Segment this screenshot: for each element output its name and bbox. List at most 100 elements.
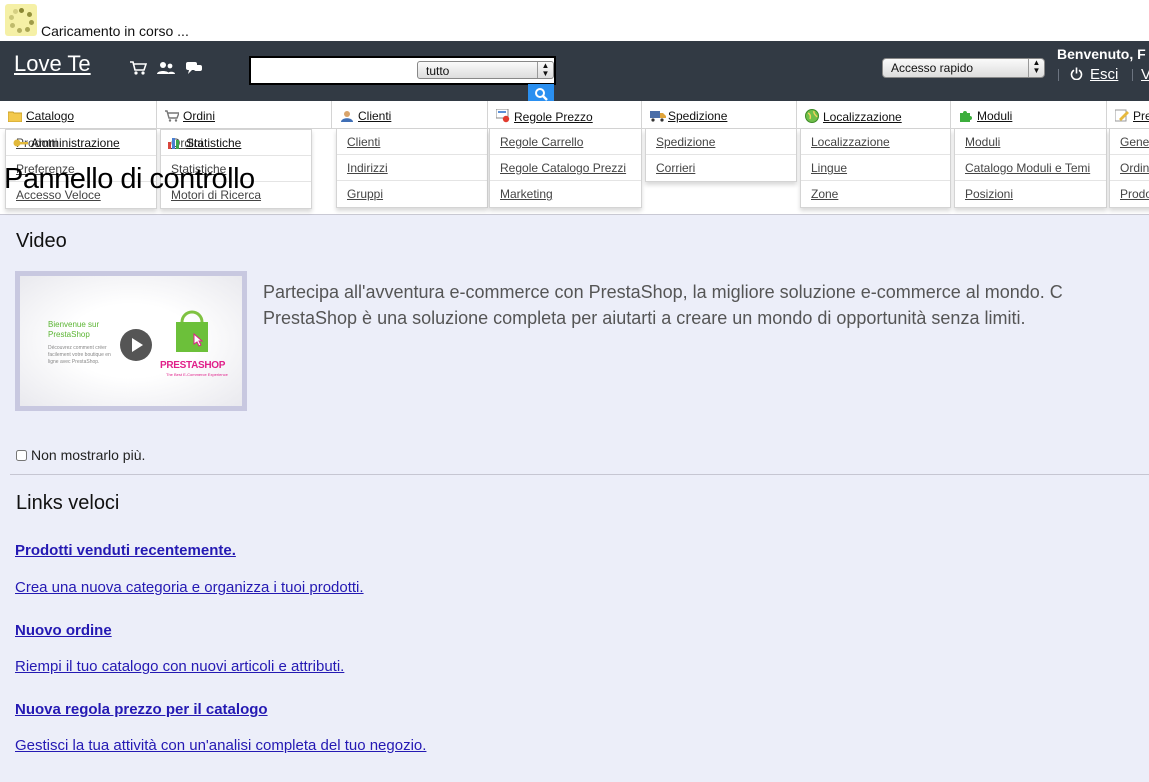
prestashop-bag-icon (172, 310, 212, 359)
logout-link[interactable]: Esci (1090, 66, 1118, 83)
stats-icon (168, 136, 182, 149)
tab-regole-prezzo[interactable]: Regole Prezzo (488, 101, 642, 129)
submenu-item[interactable]: Corrieri (646, 155, 796, 181)
prestashop-logo-text: PRESTASHOP (160, 360, 226, 371)
submenu-link[interactable]: Moduli (965, 135, 1000, 149)
tab-localizzazione-label[interactable]: Localizzazione (823, 110, 902, 124)
welcome-text: Benvenuto, F (1057, 46, 1146, 62)
header-divider (1058, 69, 1059, 81)
price-rule-icon (495, 108, 510, 123)
submenu-item[interactable]: Marketing (490, 181, 641, 207)
tab-moduli-label[interactable]: Moduli (977, 109, 1012, 123)
submenu-preferenze: Gene Ordin Prodo (1109, 129, 1149, 208)
submenu-item[interactable]: Moduli (955, 129, 1106, 155)
submenu-link[interactable]: Localizzazione (811, 135, 890, 149)
search-scope-value: tutto (426, 64, 450, 78)
preferences-icon (1114, 109, 1129, 122)
video-heading: Video (16, 230, 67, 252)
tab-regole-prezzo-label[interactable]: Regole Prezzo (514, 110, 593, 124)
tab-localizzazione[interactable]: Localizzazione (797, 101, 951, 129)
tab-amministrazione[interactable]: Amministrazione (5, 130, 157, 156)
quick-access-select[interactable]: Accesso rapido ▲ ▼ (882, 58, 1045, 78)
key-icon (13, 137, 28, 149)
submenu-link[interactable]: Prodo (1120, 187, 1149, 201)
cart-icon[interactable] (129, 60, 148, 76)
submenu-link[interactable]: Marketing (500, 187, 553, 201)
customers-icon[interactable] (157, 60, 175, 76)
quick-link-new-price-rule[interactable]: Nuova regola prezzo per il catalogo (15, 701, 268, 718)
tab-amministrazione-label[interactable]: Amministrazione (31, 136, 120, 150)
tab-statistiche-label[interactable]: Statistiche (186, 136, 241, 150)
video-thumbnail[interactable]: Bienvenue sur PrestaShop Découvrez comme… (15, 271, 247, 411)
submenu-link[interactable]: Gruppi (347, 187, 383, 201)
header-trailing-link[interactable]: V (1141, 66, 1149, 83)
tab-clienti[interactable]: Clienti (332, 101, 488, 129)
submenu-link[interactable]: Clienti (347, 135, 380, 149)
tab-catalogo-label[interactable]: Catalogo (26, 109, 74, 123)
tab-ordini-label[interactable]: Ordini (183, 109, 215, 123)
quick-link-recent-products[interactable]: Prodotti venduti recentemente. (15, 542, 236, 559)
page-title: Pannello di controllo (4, 163, 255, 195)
submenu-item[interactable]: Catalogo Moduli e Temi (955, 155, 1106, 181)
submenu-link[interactable]: Indirizzi (347, 161, 388, 175)
tab-clienti-label[interactable]: Clienti (358, 109, 391, 123)
submenu-regole-prezzo: Regole Carrello Regole Catalogo Prezzi M… (489, 129, 642, 208)
tab-preferenze-label[interactable]: Pre (1133, 109, 1149, 123)
submenu-link[interactable]: Zone (811, 187, 838, 201)
tab-statistiche[interactable]: Statistiche (160, 130, 312, 156)
submenu-moduli: Moduli Catalogo Moduli e Temi Posizioni (954, 129, 1107, 208)
submenu-item[interactable]: Spedizione (646, 129, 796, 155)
submenu-item[interactable]: Prodo (1110, 181, 1149, 207)
thumb-welcome-line1: Bienvenue sur (48, 320, 100, 329)
quick-link-analytics[interactable]: Gestisci la tua attività con un'analisi … (15, 737, 426, 754)
submenu-item[interactable]: Indirizzi (337, 155, 487, 181)
submenu-link[interactable]: Corrieri (656, 161, 695, 175)
submenu-clienti: Clienti Indirizzi Gruppi (336, 129, 488, 208)
truck-icon (650, 110, 666, 122)
submenu-link[interactable]: Regole Catalogo Prezzi (500, 161, 626, 175)
video-description-line1: Partecipa all'avventura e-commerce con P… (263, 282, 1063, 302)
submenu-item[interactable]: Clienti (337, 129, 487, 155)
quick-link-fill-catalog[interactable]: Riempi il tuo catalogo con nuovi articol… (15, 658, 344, 675)
submenu-item[interactable]: Gene (1110, 129, 1149, 155)
thumb-description: Découvrez comment créer facilement votre… (48, 345, 111, 365)
video-description-line2: PrestaShop è una soluzione completa per … (263, 308, 1026, 328)
submenu-link[interactable]: Regole Carrello (500, 135, 583, 149)
tab-preferenze[interactable]: Pre (1107, 101, 1149, 129)
tab-spedizione-label[interactable]: Spedizione (668, 109, 727, 123)
dont-show-checkbox[interactable] (16, 450, 27, 461)
submenu-item[interactable]: Regole Catalogo Prezzi (490, 155, 641, 181)
submenu-link[interactable]: Gene (1120, 135, 1149, 149)
tab-ordini[interactable]: Ordini (157, 101, 332, 129)
submenu-item[interactable]: Lingue (801, 155, 950, 181)
tab-moduli[interactable]: Moduli (951, 101, 1107, 129)
quick-link-new-category[interactable]: Crea una nuova categoria e organizza i t… (15, 579, 364, 596)
submenu-link[interactable]: Lingue (811, 161, 847, 175)
submenu-item[interactable]: Ordin (1110, 155, 1149, 181)
submenu-item[interactable]: Gruppi (337, 181, 487, 207)
shop-name-link[interactable]: Love Te (14, 51, 91, 77)
loading-text: Caricamento in corso ... (41, 23, 189, 39)
submenu-localizzazione: Localizzazione Lingue Zone (800, 129, 951, 208)
submenu-link[interactable]: Spedizione (656, 135, 715, 149)
submenu-item[interactable]: Posizioni (955, 181, 1106, 207)
quick-access-value: Accesso rapido (891, 61, 974, 75)
quick-link-new-order[interactable]: Nuovo ordine (15, 622, 112, 639)
loading-spinner-icon (5, 4, 37, 36)
power-icon[interactable] (1070, 67, 1083, 83)
tab-spedizione[interactable]: Spedizione (642, 101, 797, 129)
tab-catalogo[interactable]: Catalogo (0, 101, 157, 129)
submenu-link[interactable]: Ordin (1120, 161, 1149, 175)
select-arrows-icon: ▲ ▼ (537, 62, 553, 78)
search-scope-select[interactable]: tutto ▲ ▼ (417, 61, 554, 79)
dont-show-again[interactable]: Non mostrarlo più. (16, 447, 145, 463)
messages-icon[interactable] (185, 60, 203, 76)
submenu-item[interactable]: Zone (801, 181, 950, 207)
submenu-link[interactable]: Posizioni (965, 187, 1013, 201)
cart-icon (165, 110, 181, 122)
header-divider (1132, 69, 1133, 81)
submenu-item[interactable]: Localizzazione (801, 129, 950, 155)
submenu-item[interactable]: Regole Carrello (490, 129, 641, 155)
play-icon[interactable] (120, 329, 152, 361)
submenu-link[interactable]: Catalogo Moduli e Temi (965, 161, 1090, 175)
